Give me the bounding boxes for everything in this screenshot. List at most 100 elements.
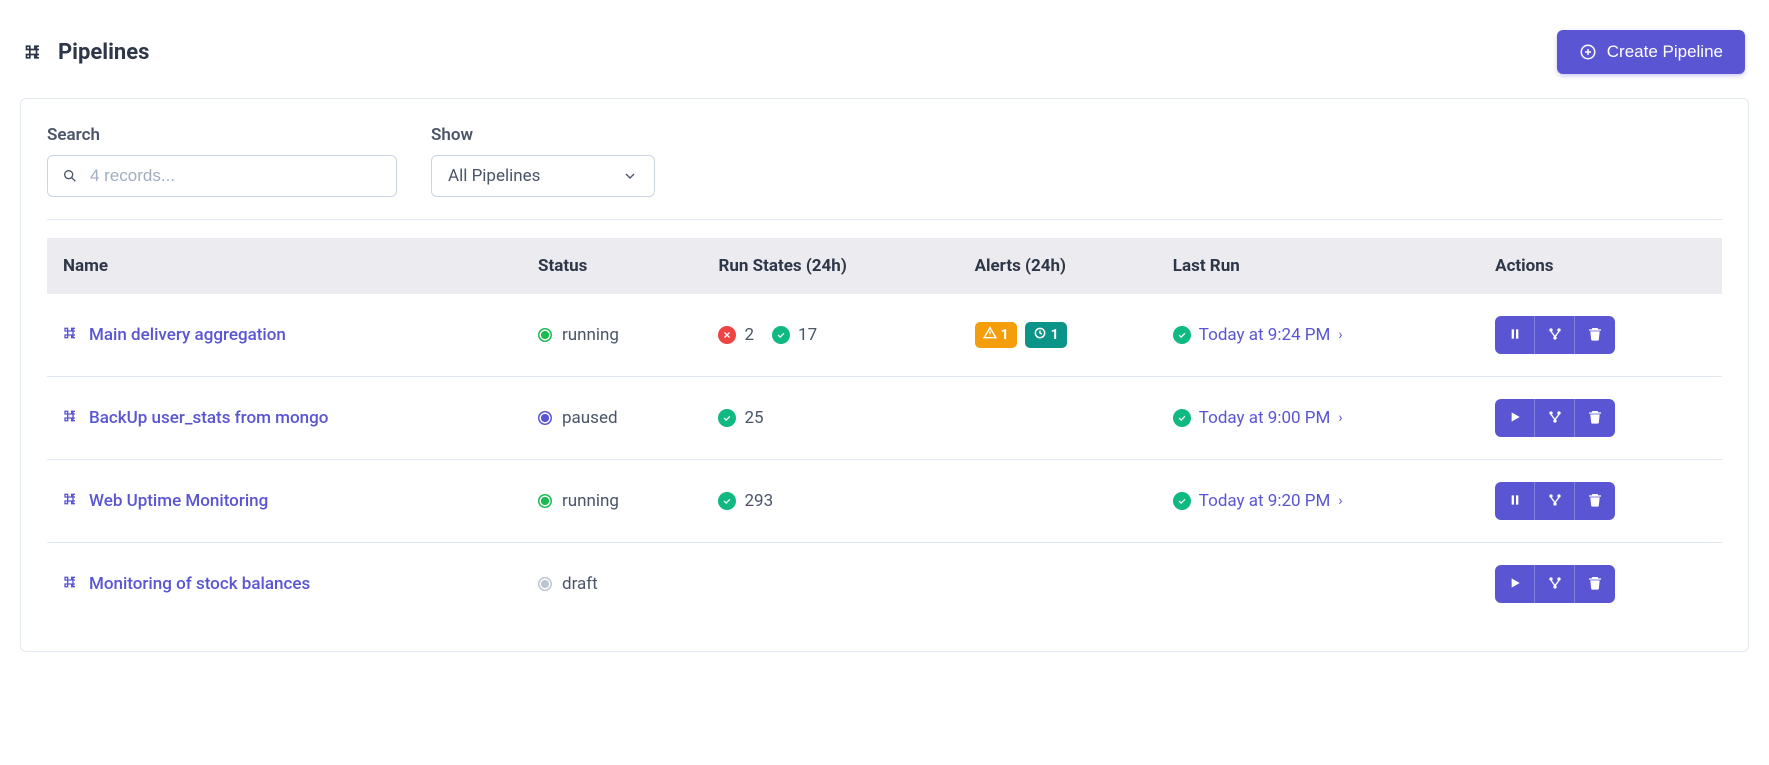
chevron-down-icon [622, 168, 638, 184]
plus-circle-icon [1579, 43, 1597, 61]
page-title: Pipelines [24, 40, 149, 65]
table-row: Main delivery aggregation running 2 17 11 Tod… [47, 294, 1722, 377]
pipeline-icon [63, 408, 79, 429]
success-icon [1173, 326, 1191, 344]
pipeline-name-link[interactable]: Web Uptime Monitoring [63, 491, 268, 512]
play-button[interactable] [1495, 399, 1535, 437]
pipeline-name-text: BackUp user_stats from mongo [89, 408, 328, 428]
delete-button[interactable] [1575, 316, 1615, 354]
warning-icon [983, 326, 997, 344]
runstates-cell: 25 [718, 408, 942, 428]
status-cell: paused [538, 408, 618, 428]
row-actions [1495, 399, 1615, 437]
run-success-count: 293 [718, 491, 773, 511]
run-fail-count: 2 [718, 325, 754, 345]
col-alerts: Alerts (24h) [959, 238, 1157, 294]
pipeline-name-text: Web Uptime Monitoring [89, 491, 268, 511]
run-success-count: 25 [718, 408, 763, 428]
graph-icon [1547, 409, 1563, 428]
play-icon [1507, 409, 1523, 428]
trash-icon [1587, 575, 1603, 594]
graph-icon [1547, 326, 1563, 345]
success-icon [1173, 492, 1191, 510]
trash-icon [1587, 409, 1603, 428]
show-filter-select[interactable]: All Pipelines [431, 155, 655, 197]
graph-icon [1547, 575, 1563, 594]
pause-icon [1507, 326, 1523, 345]
delete-button[interactable] [1575, 565, 1615, 603]
success-icon [1173, 409, 1191, 427]
last-run-text: Today at 9:20 PM [1199, 491, 1331, 511]
search-icon [62, 168, 78, 184]
row-actions [1495, 565, 1615, 603]
pipeline-name-link[interactable]: Monitoring of stock balances [63, 574, 310, 595]
filters-bar: Search Show All Pipelines [47, 125, 1722, 220]
pipeline-icon [63, 325, 79, 346]
last-run-text: Today at 9:24 PM [1199, 325, 1331, 345]
table-row: BackUp user_stats from mongo paused 25 Toda… [47, 377, 1722, 460]
row-actions [1495, 316, 1615, 354]
col-runstates: Run States (24h) [702, 238, 958, 294]
pipeline-name-link[interactable]: BackUp user_stats from mongo [63, 408, 328, 429]
last-run-text: Today at 9:00 PM [1199, 408, 1331, 428]
search-field-wrap[interactable] [47, 155, 397, 197]
pipeline-icon [63, 574, 79, 595]
runstates-cell: 293 [718, 491, 942, 511]
search-label: Search [47, 125, 397, 145]
run-success-count: 17 [772, 325, 817, 345]
trash-icon [1587, 326, 1603, 345]
pause-button[interactable] [1495, 482, 1535, 520]
page-title-text: Pipelines [58, 40, 149, 65]
fail-icon [718, 326, 736, 344]
graph-icon [1547, 492, 1563, 511]
last-run-link[interactable]: Today at 9:00 PM › [1173, 408, 1343, 428]
pipelines-card: Search Show All Pipelines Name Status Ru… [20, 98, 1749, 652]
search-input[interactable] [90, 166, 382, 186]
graph-button[interactable] [1535, 399, 1575, 437]
graph-button[interactable] [1535, 316, 1575, 354]
chevron-right-icon: › [1338, 493, 1342, 509]
chevron-right-icon: › [1338, 327, 1342, 343]
show-filter-value: All Pipelines [448, 166, 540, 186]
success-icon [718, 492, 736, 510]
status-cell: running [538, 325, 619, 345]
create-pipeline-label: Create Pipeline [1607, 42, 1723, 62]
play-icon [1507, 575, 1523, 594]
delete-button[interactable] [1575, 399, 1615, 437]
col-actions: Actions [1479, 238, 1722, 294]
clock-icon [1033, 326, 1047, 344]
status-dot-icon [538, 577, 552, 591]
create-pipeline-button[interactable]: Create Pipeline [1557, 30, 1745, 74]
pause-icon [1507, 492, 1523, 511]
pipeline-name-link[interactable]: Main delivery aggregation [63, 325, 286, 346]
table-row: Web Uptime Monitoring running 293 Today at … [47, 460, 1722, 543]
runstates-cell: 2 17 [718, 325, 942, 345]
pipeline-icon [63, 491, 79, 512]
play-button[interactable] [1495, 565, 1535, 603]
table-row: Monitoring of stock balances draft [47, 543, 1722, 626]
delete-button[interactable] [1575, 482, 1615, 520]
alert-warn-badge[interactable]: 1 [975, 322, 1017, 348]
status-text: running [562, 491, 619, 511]
pipeline-icon [24, 42, 44, 62]
status-dot-icon [538, 494, 552, 508]
last-run-link[interactable]: Today at 9:24 PM › [1173, 325, 1343, 345]
alerts-cell: 11 [975, 322, 1141, 348]
status-text: running [562, 325, 619, 345]
pipeline-name-text: Main delivery aggregation [89, 325, 286, 345]
pipeline-name-text: Monitoring of stock balances [89, 574, 310, 594]
col-lastrun: Last Run [1157, 238, 1479, 294]
last-run-link[interactable]: Today at 9:20 PM › [1173, 491, 1343, 511]
graph-button[interactable] [1535, 482, 1575, 520]
success-icon [718, 409, 736, 427]
alert-info-badge[interactable]: 1 [1025, 322, 1067, 348]
status-text: paused [562, 408, 618, 428]
row-actions [1495, 482, 1615, 520]
success-icon [772, 326, 790, 344]
status-text: draft [562, 574, 598, 594]
show-label: Show [431, 125, 655, 145]
chevron-right-icon: › [1338, 410, 1342, 426]
status-dot-icon [538, 411, 552, 425]
graph-button[interactable] [1535, 565, 1575, 603]
pause-button[interactable] [1495, 316, 1535, 354]
